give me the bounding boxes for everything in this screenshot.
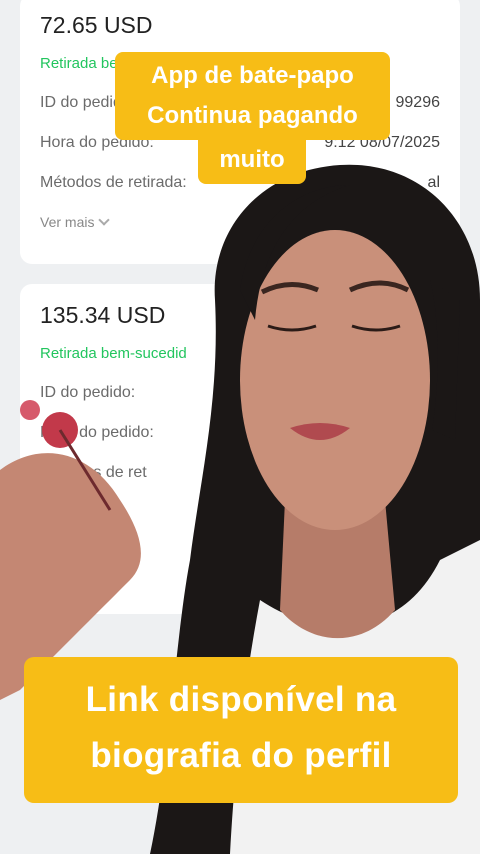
- bottom-caption-line-1: Link disponível na: [85, 680, 397, 719]
- see-more-label: Ver mais: [40, 214, 95, 230]
- top-caption-banner: App de bate-papo Continua pagando: [115, 52, 390, 140]
- see-more-button[interactable]: Ver mais: [40, 214, 440, 230]
- chevron-down-icon: [98, 214, 111, 226]
- withdrawal-method-label: Métodos de retirada:: [40, 174, 187, 191]
- withdrawal-status: Retirada bem-sucedid: [40, 345, 187, 362]
- withdrawal-method-label: Métodos de ret: [40, 464, 147, 481]
- order-time-label: Hora do pedido:: [40, 424, 154, 441]
- top-caption-banner-tail: muito: [198, 138, 306, 184]
- order-id-value: 99296: [395, 94, 441, 111]
- top-caption-line-3: muito: [219, 146, 285, 173]
- top-caption-line-2: Continua pagando: [147, 102, 358, 129]
- withdrawal-amount: 135.34 USD: [40, 302, 166, 328]
- bottom-caption-banner: Link disponível na biografia do perfil: [24, 657, 458, 803]
- bottom-caption-line-2: biografia do perfil: [90, 736, 392, 775]
- order-id-row: ID do pedido:: [40, 384, 440, 402]
- top-caption-line-1: App de bate-papo: [151, 62, 354, 89]
- order-id-label: ID do pedido:: [40, 384, 136, 401]
- withdrawal-method-value: al: [427, 174, 440, 191]
- withdrawal-card-2: 135.34 USD Retirada bem-sucedid ID do pe…: [20, 284, 460, 614]
- order-time-row: Hora do pedido:: [40, 424, 440, 442]
- withdrawal-amount: 72.65 USD: [40, 12, 153, 38]
- withdrawal-method-row: Métodos de ret: [40, 464, 440, 482]
